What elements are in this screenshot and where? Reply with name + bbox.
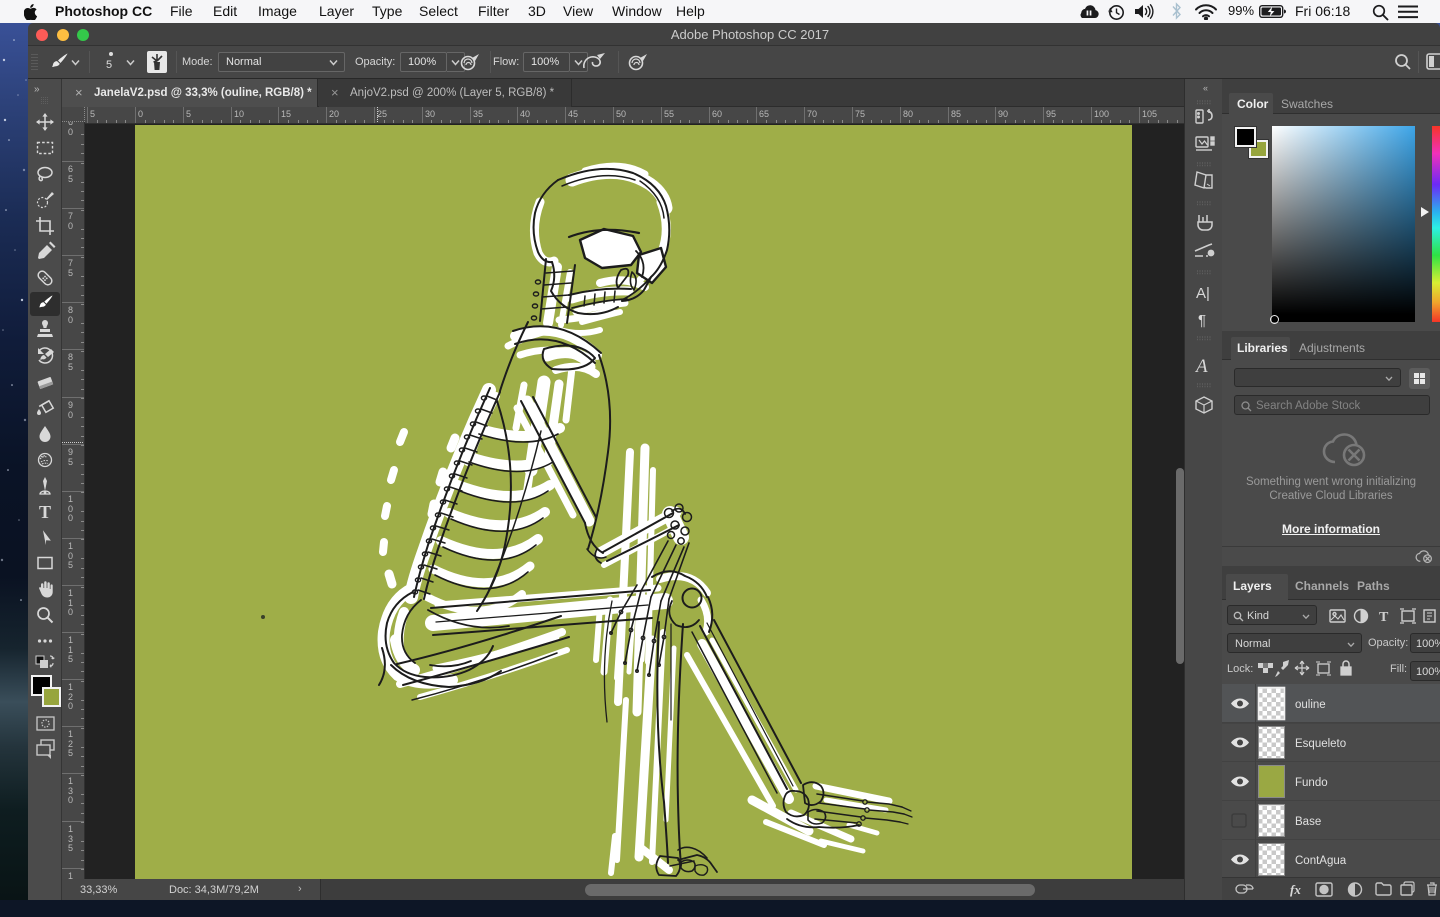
svg-text:A: A: [1194, 356, 1208, 377]
svg-text:ContAgua: ContAgua: [1295, 855, 1347, 867]
svg-text:Esqueleto: Esqueleto: [1295, 738, 1346, 750]
svg-text:A|: A|: [1196, 285, 1210, 302]
svg-text:fx: fx: [1290, 882, 1301, 897]
svg-text:ouline: ouline: [1295, 699, 1326, 711]
svg-text:T: T: [1379, 610, 1389, 625]
svg-text:»: »: [34, 84, 40, 95]
svg-text:T: T: [39, 502, 51, 522]
svg-text:¶: ¶: [1198, 312, 1206, 329]
svg-text:Fundo: Fundo: [1295, 777, 1328, 789]
svg-text:Base: Base: [1295, 816, 1321, 828]
svg-text:«: «: [1203, 83, 1208, 93]
